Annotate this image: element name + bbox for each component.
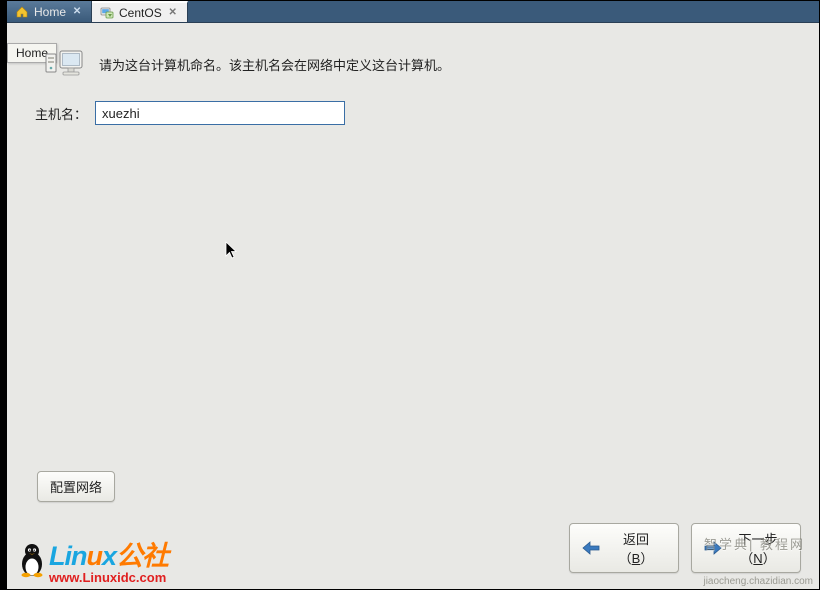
- tab-centos[interactable]: CentOS ✕: [92, 1, 188, 22]
- penguin-icon: [17, 542, 47, 578]
- home-icon: [15, 5, 29, 19]
- close-icon[interactable]: ✕: [71, 6, 83, 18]
- installer-content: Home 请为这台计算机命名。该主机名会在网络中定义这台计算机。: [7, 23, 819, 589]
- instruction-text: 请为这台计算机命名。该主机名会在网络中定义这台计算机。: [99, 55, 450, 74]
- tab-home-label: Home: [34, 5, 66, 19]
- tab-bar: Home ✕ CentOS ✕: [7, 1, 819, 23]
- watermark-url: jiaocheng.chazidian.com: [703, 576, 813, 587]
- logo-text: Linux公社: [49, 534, 168, 573]
- hostname-input[interactable]: [95, 101, 345, 125]
- vm-icon: [100, 6, 114, 20]
- tab-home[interactable]: Home ✕: [7, 1, 92, 22]
- configure-network-button[interactable]: 配置网络: [37, 471, 115, 502]
- close-icon[interactable]: ✕: [167, 7, 179, 19]
- logo-url: www.Linuxidc.com: [49, 570, 168, 585]
- tab-centos-label: CentOS: [119, 6, 162, 20]
- logo-block: Linux公社 www.Linuxidc.com: [17, 534, 168, 585]
- arrow-left-icon: [582, 541, 600, 555]
- watermark-text: 智学典| 教程网: [704, 534, 805, 553]
- cursor-icon: [225, 241, 239, 261]
- configure-network-label: 配置网络: [50, 477, 102, 496]
- hostname-label: 主机名：: [35, 104, 87, 123]
- computer-icon: [45, 48, 87, 80]
- back-button[interactable]: 返回（B）: [569, 523, 679, 573]
- back-label: 返回（B）: [606, 529, 666, 567]
